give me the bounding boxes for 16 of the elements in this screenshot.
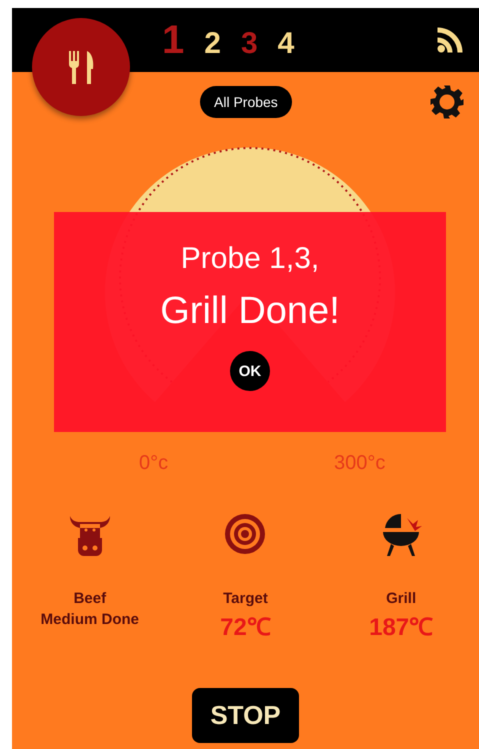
gauge-max-label: 300°c xyxy=(334,452,386,475)
probe-tab[interactable]: 2 xyxy=(204,26,221,60)
info-label: Grill xyxy=(386,589,416,609)
all-probes-button[interactable]: All Probes xyxy=(200,86,292,118)
ok-button[interactable]: OK xyxy=(230,351,270,391)
probe-tab[interactable]: 4 xyxy=(278,26,294,60)
gauge-min-label: 0°c xyxy=(139,452,168,475)
temperature-value: 72℃ xyxy=(220,613,271,642)
stop-button[interactable]: STOP xyxy=(192,688,299,743)
temperature-value: 187℃ xyxy=(369,613,434,642)
alert-title: Grill Done! xyxy=(160,290,340,333)
wifi-icon[interactable] xyxy=(435,25,465,55)
alert-message: Probe 1,3, xyxy=(180,242,320,276)
info-label: Beef Medium Done xyxy=(40,589,139,630)
settings-icon[interactable] xyxy=(429,84,465,120)
info-label: Target xyxy=(223,589,268,609)
